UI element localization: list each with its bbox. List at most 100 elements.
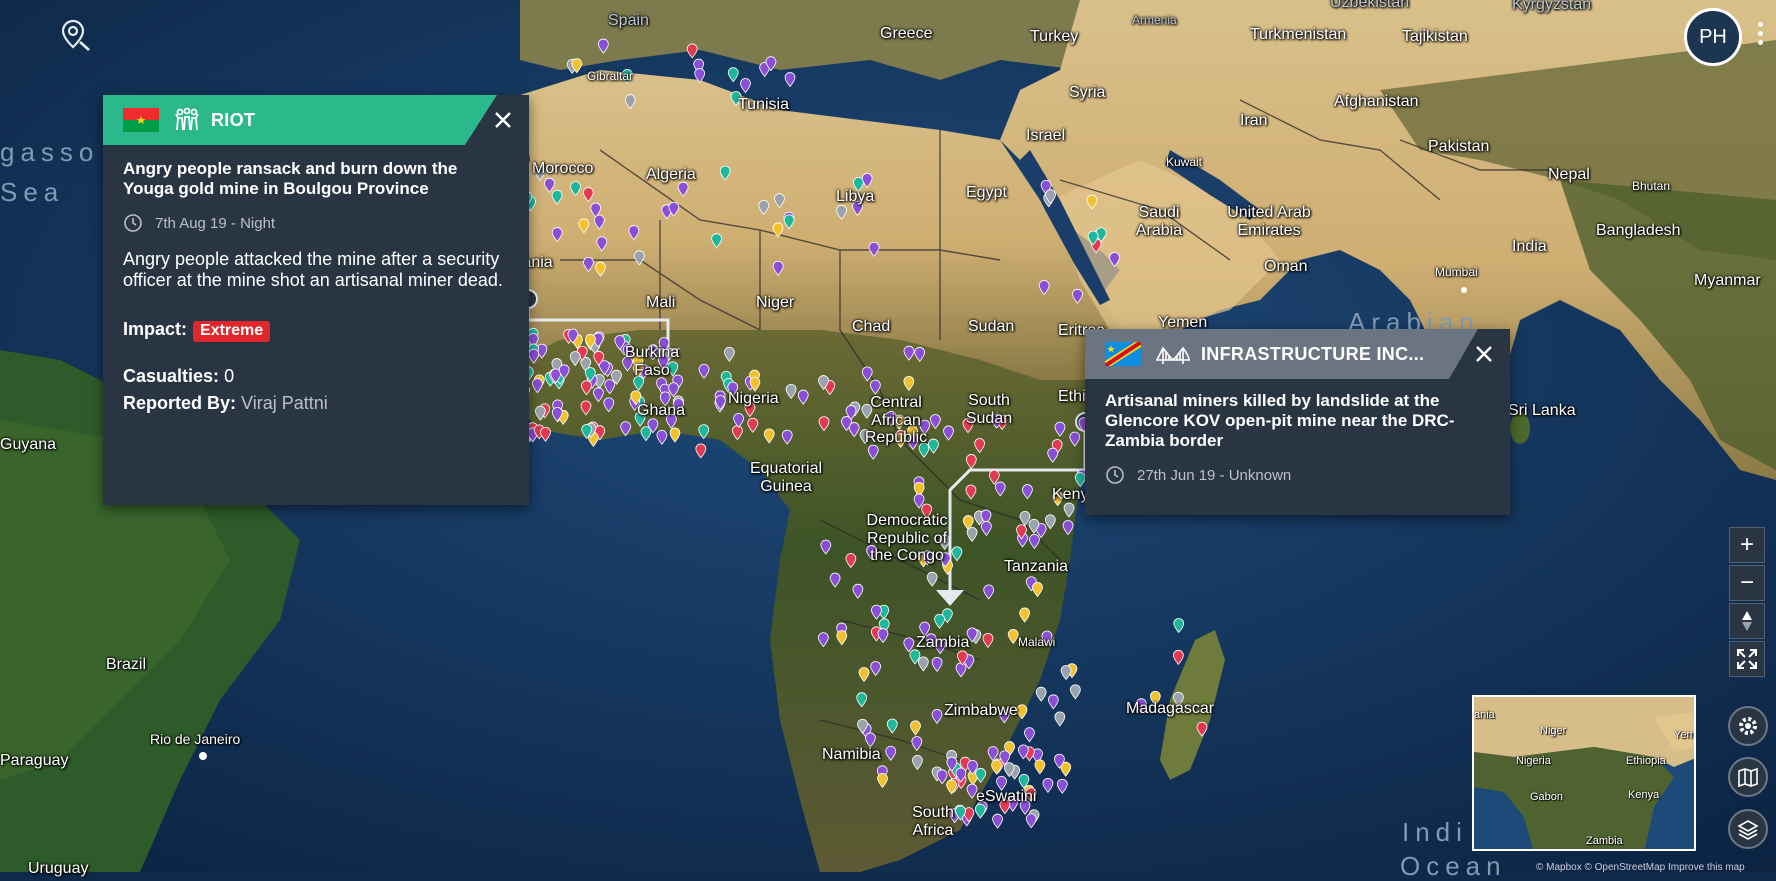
label-sudan: Sudan: [968, 318, 1015, 335]
label-equatorial-guinea: Equatorial Guinea: [749, 460, 823, 495]
casualties-label: Casualties:: [123, 366, 220, 386]
location-search-icon[interactable]: [58, 18, 92, 52]
clock-icon: [1106, 466, 1124, 484]
minimap-label: Zambia: [1586, 835, 1623, 847]
label-burkina-faso: Burkina Faso: [624, 344, 680, 379]
map-attribution[interactable]: © Mapbox © OpenStreetMap Improve this ma…: [1536, 862, 1745, 873]
label-kyrgyzstan: Kyrgyzstan: [1512, 0, 1592, 13]
close-button[interactable]: [1467, 337, 1501, 371]
event-time-text: 7th Aug 19 - Night: [155, 214, 276, 232]
layers-icon: [1737, 820, 1759, 840]
label-tajikistan: Tajikistan: [1402, 28, 1468, 45]
minimap-label: Niger: [1540, 725, 1567, 737]
label-ocean: Ocean: [1400, 851, 1507, 881]
label-nepal: Nepal: [1548, 166, 1590, 183]
minimap-label: ania: [1474, 709, 1495, 721]
avatar-initials: PH: [1699, 25, 1727, 48]
zoom-in-button[interactable]: +: [1729, 527, 1765, 563]
label-madagascar: Madagascar: [1126, 700, 1215, 717]
impact-label: Impact:: [123, 319, 188, 339]
label-india: India: [1512, 238, 1547, 255]
label-bangladesh: Bangladesh: [1596, 222, 1681, 239]
event-time: 7th Aug 19 - Night: [123, 213, 509, 233]
label-sargasso: gasso: [0, 137, 100, 167]
map-style-button[interactable]: [1728, 757, 1768, 797]
user-avatar[interactable]: PH: [1684, 8, 1742, 66]
label-ghana: Ghana: [637, 402, 686, 419]
label-south-africa: South Africa: [912, 804, 954, 839]
label-oman: Oman: [1264, 258, 1308, 275]
map-icon: [1738, 767, 1758, 788]
label-tunisia: Tunisia: [738, 96, 789, 113]
reporter-link[interactable]: Viraj Pattni: [241, 393, 328, 413]
label-mali: Mali: [646, 294, 676, 311]
label-israel: Israel: [1026, 127, 1066, 144]
label-indian-ocean: Indi: [1402, 817, 1468, 847]
event-title: Angry people ransack and burn down the Y…: [123, 159, 458, 198]
people-riot-icon: [175, 107, 199, 131]
label-saudi-arabia: Saudi Arabia: [1135, 204, 1183, 239]
label-egypt: Egypt: [966, 184, 1007, 201]
label-niger: Niger: [756, 294, 795, 311]
gear-icon: [1739, 717, 1757, 735]
label-armenia: Armenia: [1132, 13, 1177, 27]
impact-badge: Extreme: [193, 321, 271, 342]
label-uae: United Arab Emirates: [1227, 204, 1311, 239]
event-popup-riot: RIOT Angry people ransack and burn down …: [103, 95, 529, 505]
reported-row: Reported By: Viraj Pattni: [123, 393, 509, 414]
label-pakistan: Pakistan: [1428, 138, 1490, 155]
label-greece: Greece: [880, 25, 933, 42]
reported-label: Reported By:: [123, 393, 237, 413]
popup-category: RIOT: [211, 109, 256, 130]
zoom-out-button[interactable]: −: [1729, 565, 1765, 601]
label-guyana: Guyana: [0, 436, 57, 453]
label-sea: Sea: [0, 177, 65, 207]
minimap-label: Ethiopia: [1626, 755, 1666, 767]
clock-icon: [124, 214, 142, 232]
close-icon: [1476, 346, 1492, 362]
label-libya: Libya: [836, 188, 875, 205]
label-mumbai: Mumbai: [1435, 265, 1478, 279]
label-afghanistan: Afghanistan: [1334, 93, 1419, 110]
fullscreen-button[interactable]: [1729, 641, 1765, 677]
casualties-row: Casualties: 0: [123, 366, 509, 387]
popup-header: INFRASTRUCTURE INC...: [1085, 329, 1510, 379]
popup-header: RIOT: [103, 95, 529, 145]
more-menu-icon[interactable]: [1757, 22, 1765, 52]
settings-button[interactable]: [1728, 706, 1768, 746]
event-popup-infrastructure: INFRASTRUCTURE INC... Artisanal miners k…: [1085, 329, 1510, 515]
event-time: 27th Jun 19 - Unknown: [1105, 465, 1490, 485]
layers-button[interactable]: [1728, 809, 1768, 849]
label-drc: Democratic Republic of the Congo: [866, 512, 948, 565]
overview-minimap[interactable]: ania Niger Yeme Nigeria Ethiopia Gabon K…: [1472, 695, 1696, 851]
minimap-label: Yeme: [1674, 729, 1696, 741]
map-controls: + −: [1729, 527, 1767, 679]
close-icon: [495, 112, 511, 128]
label-paraguay: Paraguay: [0, 752, 69, 769]
label-nigeria: Nigeria: [728, 390, 779, 407]
label-kuwait: Kuwait: [1166, 155, 1203, 169]
label-car: Central African Republic: [864, 394, 928, 447]
bridge-infrastructure-icon: [1156, 346, 1190, 364]
close-button[interactable]: [486, 103, 520, 137]
compass-button[interactable]: [1729, 603, 1765, 639]
impact-row: Impact: Extreme: [123, 319, 509, 342]
popup-category: INFRASTRUCTURE INC...: [1201, 343, 1425, 364]
fullscreen-icon: [1737, 649, 1757, 669]
label-turkey: Turkey: [1030, 28, 1079, 45]
label-morocco: Morocco: [532, 160, 594, 177]
label-rio: Rio de Janeiro: [150, 731, 241, 747]
label-chad: Chad: [852, 318, 891, 335]
minimap-label: Gabon: [1530, 791, 1564, 803]
minimap-label: Kenya: [1628, 789, 1660, 801]
label-zimbabwe: Zimbabwe: [944, 702, 1018, 719]
label-turkmenistan: Turkmenistan: [1250, 26, 1347, 43]
label-south-sudan: South Sudan: [965, 392, 1013, 427]
label-myanmar: Myanmar: [1694, 272, 1761, 289]
label-bhutan: Bhutan: [1632, 179, 1671, 193]
minimap-label: Nigeria: [1516, 755, 1551, 767]
label-sri-lanka: Sri Lanka: [1508, 402, 1576, 419]
compass-icon: [1742, 611, 1752, 631]
label-brazil: Brazil: [106, 656, 147, 673]
label-malawi: Malawi: [1018, 635, 1056, 649]
